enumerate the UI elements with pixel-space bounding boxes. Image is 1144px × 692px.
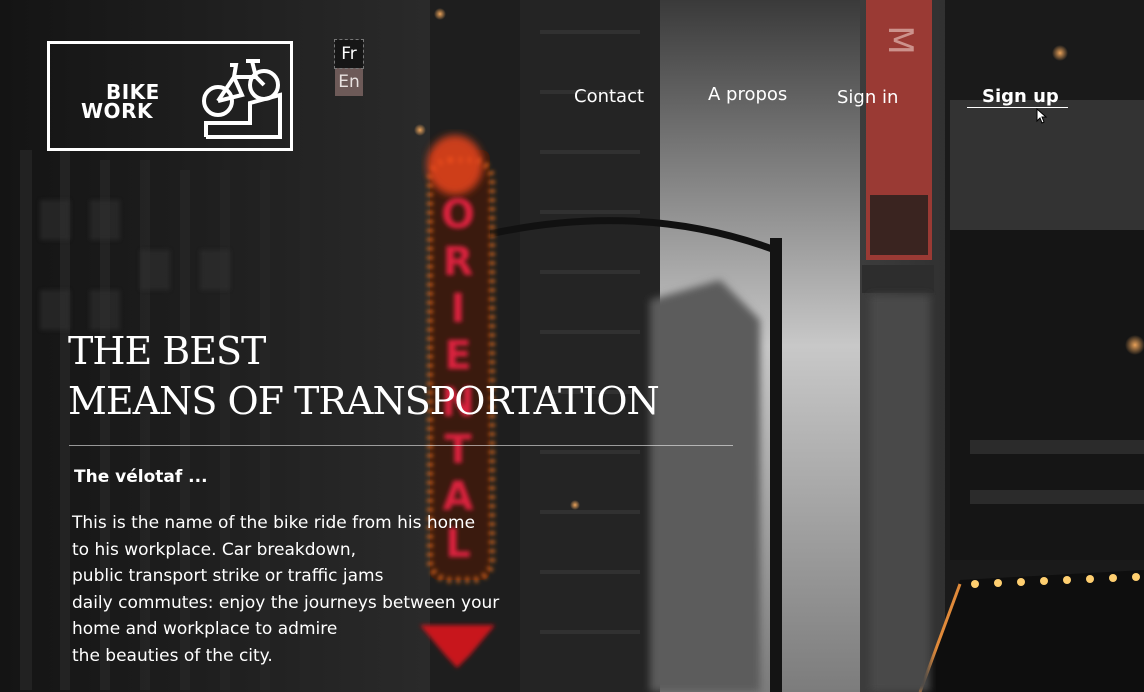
svg-text:M: M bbox=[880, 25, 920, 54]
description-line: public transport strike or traffic jams bbox=[72, 566, 384, 586]
bike-logo-icon bbox=[202, 59, 282, 139]
description-line: home and workplace to admire bbox=[72, 619, 338, 639]
logo-wordmark: BIKE WORK bbox=[81, 82, 160, 123]
svg-text:R: R bbox=[443, 239, 474, 285]
bikework-logo[interactable]: BIKE WORK bbox=[47, 41, 293, 151]
description-line: This is the name of the bike ride from h… bbox=[72, 513, 476, 533]
hero-subtitle: The vélotaf ... bbox=[74, 467, 208, 487]
nav-signup-link[interactable]: Sign up bbox=[982, 86, 1059, 107]
nav-signin-link[interactable]: Sign in bbox=[837, 87, 898, 108]
svg-text:T: T bbox=[444, 427, 472, 473]
lang-option-en[interactable]: En bbox=[335, 68, 363, 96]
hero-divider bbox=[69, 445, 733, 446]
logo-line-work: WORK bbox=[81, 99, 153, 123]
hero-title-line-1: THE BEST bbox=[68, 329, 266, 373]
nav-about-link[interactable]: A propos bbox=[708, 84, 787, 105]
hero-title: THE BEST MEANS OF TRANSPORTATION bbox=[68, 326, 660, 426]
svg-text:O: O bbox=[441, 192, 475, 238]
lang-option-fr[interactable]: Fr bbox=[334, 39, 364, 69]
mouse-pointer-icon bbox=[1036, 108, 1048, 124]
description-line: daily commutes: enjoy the journeys betwe… bbox=[72, 592, 500, 613]
hero-description: This is the name of the bike ride from h… bbox=[72, 510, 592, 669]
description-line: to his workplace. Car breakdown, bbox=[72, 539, 356, 560]
hero-title-line-2: MEANS OF TRANSPORTATION bbox=[68, 379, 660, 423]
nav-contact-link[interactable]: Contact bbox=[574, 86, 644, 107]
signup-underline bbox=[967, 107, 1068, 108]
description-line: the beauties of the city. bbox=[72, 645, 273, 666]
language-switcher[interactable]: Fr En bbox=[334, 39, 364, 96]
